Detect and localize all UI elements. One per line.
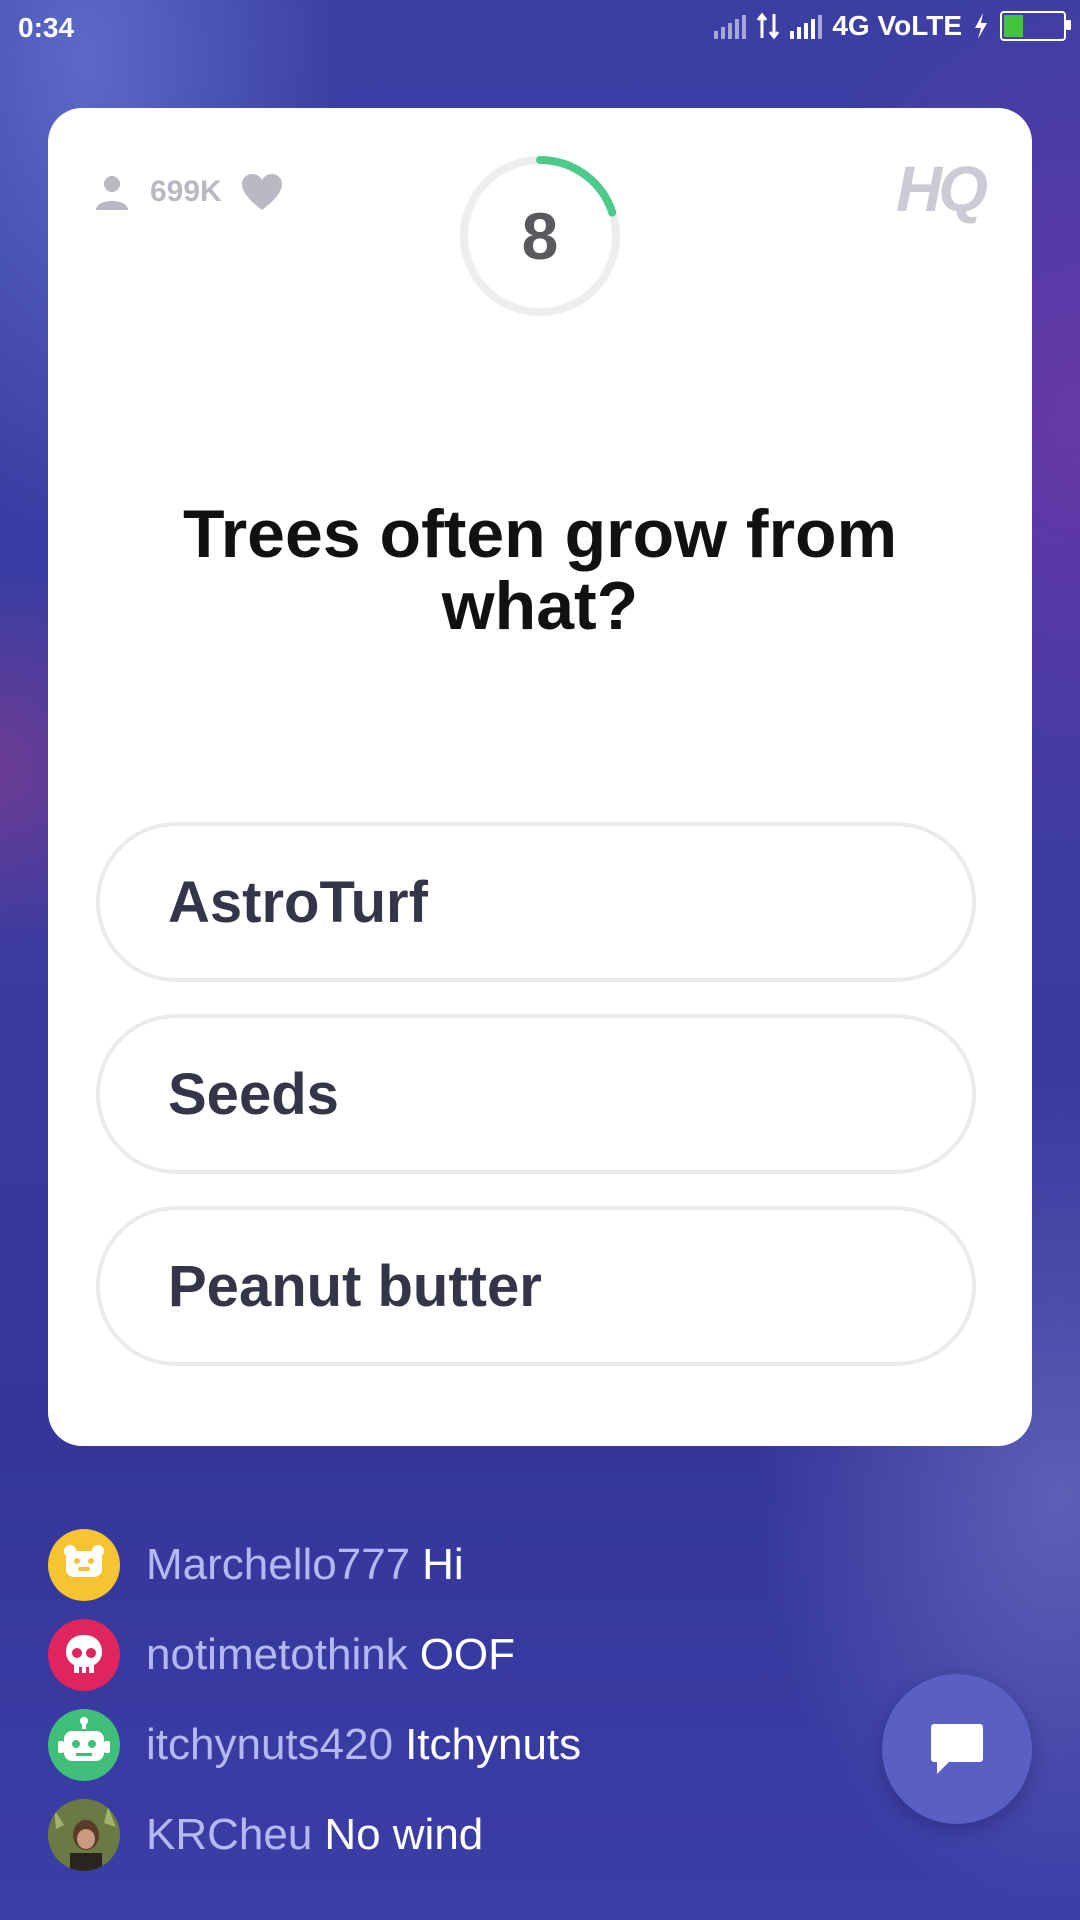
status-bar: 0:34 4G VoLTE: [0, 0, 1080, 58]
robot-icon: [48, 1709, 120, 1781]
charging-icon: [975, 13, 987, 39]
chat-feed: Marchello777 Hi notimetothink OOF itchyn…: [48, 1520, 581, 1880]
answer-option-1[interactable]: AstroTurf: [96, 822, 976, 982]
chat-username[interactable]: notimetothink: [146, 1630, 408, 1680]
chat-username[interactable]: itchynuts420: [146, 1720, 393, 1770]
battery-level-fill: [1004, 15, 1023, 37]
person-icon: [96, 176, 128, 210]
status-icons: 4G VoLTE: [714, 10, 1071, 42]
signal-icon: [790, 13, 823, 39]
chat-bubble-icon: [931, 1724, 983, 1774]
network-label: 4G VoLTE: [832, 10, 962, 41]
answer-option-3[interactable]: Peanut butter: [96, 1206, 976, 1366]
data-transfer-icon: [757, 12, 780, 40]
heart-icon: [241, 174, 282, 210]
viewer-count-group: 699K: [92, 172, 284, 212]
chat-message: Marchello777 Hi: [48, 1520, 581, 1610]
question-card: 699K 8 HQ Trees often grow from what? As…: [48, 108, 1032, 1446]
status-time: 0:34: [18, 12, 75, 43]
chat-username[interactable]: Marchello777: [146, 1540, 410, 1590]
chat-text: Itchynuts: [405, 1720, 582, 1769]
photo-avatar: [48, 1799, 120, 1871]
chat-text: No wind: [324, 1810, 484, 1859]
answer-option-2[interactable]: Seeds: [96, 1014, 976, 1174]
bear-face-icon: [48, 1529, 120, 1601]
countdown-timer: 8: [458, 154, 622, 318]
signal-sim2-icon: [714, 13, 747, 39]
open-chat-button[interactable]: [882, 1674, 1032, 1824]
skull-icon: [48, 1619, 120, 1691]
chat-text: Hi: [422, 1540, 464, 1589]
hq-logo: HQ: [896, 153, 988, 225]
chat-text: OOF: [419, 1630, 516, 1679]
chat-message: KRCheu No wind: [48, 1790, 581, 1880]
battery-icon: [1000, 11, 1071, 41]
timer-number: 8: [521, 199, 559, 273]
chat-message: itchynuts420 Itchynuts: [48, 1700, 581, 1790]
chat-message: notimetothink OOF: [48, 1610, 581, 1700]
question-text: Trees often grow from what?: [182, 496, 898, 645]
chat-username[interactable]: KRCheu: [146, 1810, 312, 1860]
viewer-count: 699K: [150, 175, 222, 208]
